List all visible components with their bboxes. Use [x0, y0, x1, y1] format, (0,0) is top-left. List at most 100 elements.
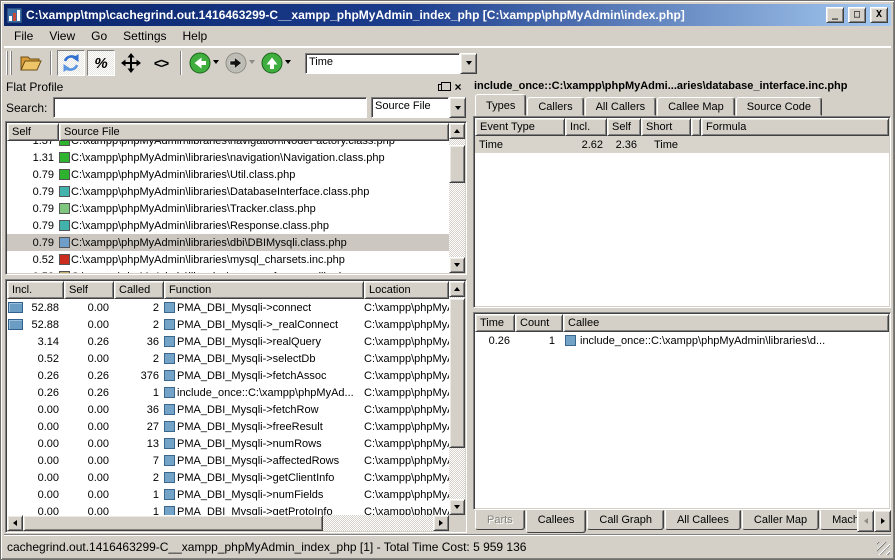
menu-item[interactable]: Go	[83, 27, 115, 45]
detail-tab[interactable]: Callers	[527, 97, 583, 116]
menu-item[interactable]: Help	[175, 27, 216, 45]
column-header-self[interactable]: Self	[7, 123, 59, 141]
minimize-button[interactable]: _	[826, 7, 844, 23]
function-row[interactable]: 0.00 0.00 1 PMA_DBI_Mysqli->getProtoInfo…	[7, 503, 449, 515]
source-file-row[interactable]: 0.79 C:\xampp\phpMyAdmin\libraries\Respo…	[7, 217, 449, 234]
column-header-callee[interactable]: Callee	[563, 314, 889, 332]
function-row[interactable]: 0.52 0.00 2 PMA_DBI_Mysqli->selectDb C:\…	[7, 350, 449, 367]
dock-header[interactable]: Flat Profile ×	[4, 78, 468, 96]
detail-tab[interactable]: Source Code	[736, 97, 822, 116]
scroll-left-button[interactable]	[7, 515, 23, 531]
column-header-incl[interactable]: Incl.	[565, 118, 607, 136]
column-header-incl[interactable]: Incl.	[7, 281, 64, 299]
source-file-row[interactable]: 0.79 C:\xampp\phpMyAdmin\libraries\Datab…	[7, 183, 449, 200]
source-file-row[interactable]: 0.79 C:\xampp\phpMyAdmin\libraries\Track…	[7, 200, 449, 217]
function-row[interactable]: 0.00 0.00 2 PMA_DBI_Mysqli->getClientInf…	[7, 469, 449, 486]
relative-cost-button[interactable]	[117, 50, 145, 76]
column-header-function[interactable]: Function	[164, 281, 364, 299]
scroll-right-button[interactable]	[433, 515, 449, 531]
selected-item-title: include_once::C:\xampp\phpMyAdmi...aries…	[473, 78, 891, 94]
scroll-down-button[interactable]	[449, 499, 465, 515]
function-row[interactable]: 0.26 0.26 1 include_once::C:\xampp\phpMy…	[7, 384, 449, 401]
detail-tab[interactable]: All Callers	[585, 97, 657, 116]
detail-tab[interactable]: Callee Map	[657, 97, 735, 116]
percent-toggle-button[interactable]: %	[87, 50, 115, 76]
column-header-called[interactable]: Called	[114, 281, 164, 299]
back-button[interactable]	[187, 50, 221, 76]
angle-brackets-icon: <>	[154, 55, 168, 71]
scroll-thumb[interactable]	[449, 145, 465, 183]
bottom-tab[interactable]: Callees	[526, 510, 587, 533]
column-header-location[interactable]: Location	[364, 281, 449, 299]
combo-dropdown-button[interactable]	[460, 53, 477, 74]
column-header-spacer[interactable]	[691, 118, 701, 136]
up-button[interactable]	[259, 50, 293, 76]
scroll-up-button[interactable]	[449, 123, 465, 139]
cycle-detection-button[interactable]: <>	[147, 50, 175, 76]
self-cost-value: 0.79	[7, 169, 59, 181]
callee-row[interactable]: 0.26 1 include_once::C:\xampp\phpMyAdmin…	[475, 332, 889, 349]
column-header-formula[interactable]: Formula	[701, 118, 889, 136]
event-type-row[interactable]: Time 2.62 2.36 Time	[475, 136, 889, 153]
source-file-row[interactable]: 0.52 C:\xampp\phpMyAdmin\libraries\mysql…	[7, 251, 449, 268]
scroll-thumb[interactable]	[449, 298, 465, 448]
open-file-button[interactable]	[17, 50, 45, 76]
tab-scroll-right-button[interactable]	[874, 510, 891, 532]
self-cell: 0.00	[64, 302, 114, 314]
source-file-row[interactable]: 1.31 C:\xampp\phpMyAdmin\libraries\navig…	[7, 149, 449, 166]
bottom-tab[interactable]: Parts	[475, 510, 525, 530]
column-header-event-type[interactable]: Event Type	[475, 118, 565, 136]
refresh-button[interactable]	[57, 50, 85, 76]
back-dropdown-icon[interactable]	[213, 60, 219, 67]
column-header-count[interactable]: Count	[515, 314, 563, 332]
function-row[interactable]: 52.88 0.00 2 PMA_DBI_Mysqli->_realConnec…	[7, 316, 449, 333]
function-table-vscrollbar[interactable]	[449, 281, 465, 515]
source-file-row[interactable]: 0.79 C:\xampp\phpMyAdmin\libraries\Util.…	[7, 166, 449, 183]
bottom-tab[interactable]: All Callees	[665, 510, 741, 530]
dock-close-button[interactable]: ×	[450, 80, 466, 94]
title-bar[interactable]: C:\xampp\tmp\cachegrind.out.1416463299-C…	[4, 4, 891, 26]
close-button[interactable]: X	[870, 7, 888, 23]
source-list-vscrollbar[interactable]	[449, 123, 465, 273]
menu-item[interactable]: View	[41, 27, 83, 45]
source-file-rows: 1.37 C:\xampp\phpMyAdmin\libraries\navig…	[7, 141, 449, 273]
toolbar-handle[interactable]	[6, 51, 13, 75]
scroll-down-button[interactable]	[449, 257, 465, 273]
dock-float-button[interactable]	[434, 80, 450, 94]
bottom-tab[interactable]: Caller Map	[742, 510, 819, 530]
scroll-thumb[interactable]	[23, 515, 323, 531]
source-file-path: C:\xampp\phpMyAdmin\libraries\DatabaseIn…	[71, 186, 369, 198]
source-file-row[interactable]: 1.37 C:\xampp\phpMyAdmin\libraries\navig…	[7, 141, 449, 149]
event-type-combo[interactable]: Time	[305, 53, 477, 74]
source-file-row[interactable]: 0.79 C:\xampp\phpMyAdmin\libraries\dbi\D…	[7, 234, 449, 251]
grouping-combo[interactable]: Source File	[371, 97, 466, 118]
column-header-short[interactable]: Short	[641, 118, 691, 136]
menu-item[interactable]: File	[6, 27, 41, 45]
function-row[interactable]: 0.00 0.00 7 PMA_DBI_Mysqli->affectedRows…	[7, 452, 449, 469]
function-row[interactable]: 0.00 0.00 13 PMA_DBI_Mysqli->numRows C:\…	[7, 435, 449, 452]
source-file-row[interactable]: 0.52 C:\xampp\phpMyAdmin\libraries\user_…	[7, 268, 449, 273]
menu-item[interactable]: Settings	[115, 27, 174, 45]
incl-value: 52.88	[31, 302, 59, 314]
resize-grip[interactable]	[877, 542, 890, 555]
function-row[interactable]: 0.00 0.00 36 PMA_DBI_Mysqli->fetchRow C:…	[7, 401, 449, 418]
function-row[interactable]: 0.26 0.26 376 PMA_DBI_Mysqli->fetchAssoc…	[7, 367, 449, 384]
scroll-up-button[interactable]	[449, 281, 465, 297]
function-row[interactable]: 0.00 0.00 1 PMA_DBI_Mysqli->numFields C:…	[7, 486, 449, 503]
cost-bar-icon	[8, 319, 23, 330]
bottom-tab[interactable]: Call Graph	[587, 510, 664, 530]
cost-square-icon	[59, 203, 70, 214]
column-header-time[interactable]: Time	[475, 314, 515, 332]
function-table-hscrollbar[interactable]	[7, 515, 449, 531]
function-row[interactable]: 3.14 0.26 36 PMA_DBI_Mysqli->realQuery C…	[7, 333, 449, 350]
column-header-self[interactable]: Self	[607, 118, 641, 136]
detail-tab[interactable]: Types	[475, 94, 526, 116]
maximize-button[interactable]: □	[848, 7, 866, 23]
function-row[interactable]: 0.00 0.00 27 PMA_DBI_Mysqli->freeResult …	[7, 418, 449, 435]
search-input[interactable]	[53, 97, 367, 118]
up-dropdown-icon[interactable]	[285, 60, 291, 67]
column-header-self[interactable]: Self	[64, 281, 114, 299]
combo-dropdown-button[interactable]	[449, 97, 466, 118]
function-row[interactable]: 52.88 0.00 2 PMA_DBI_Mysqli->connect C:\…	[7, 299, 449, 316]
column-header-source-file[interactable]: Source File	[59, 123, 449, 141]
